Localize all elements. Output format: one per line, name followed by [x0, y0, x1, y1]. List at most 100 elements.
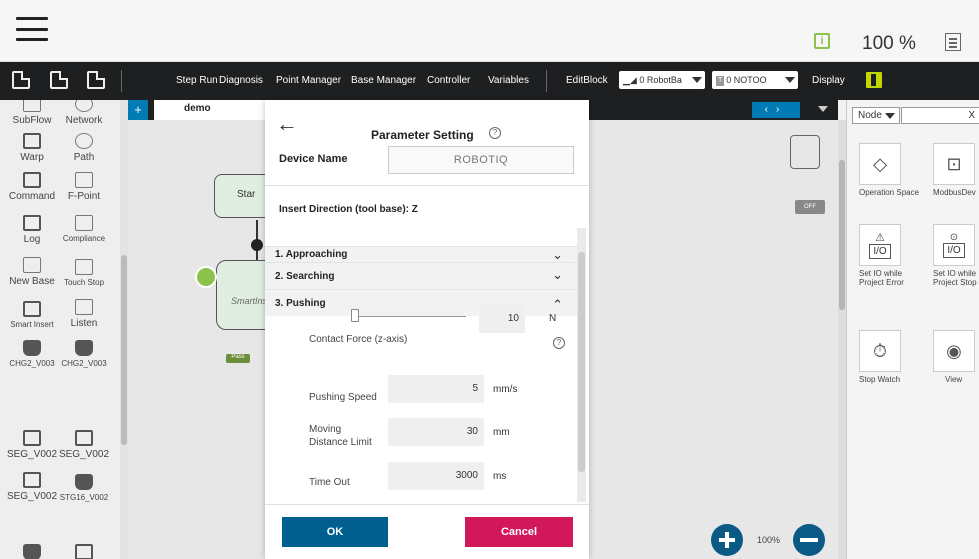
info-icon[interactable]: i [814, 33, 830, 49]
node-filter-select[interactable]: Node [852, 107, 900, 124]
contact-force-slider-track[interactable] [351, 316, 466, 317]
edit-badge-icon[interactable] [195, 266, 217, 288]
palette-item-chg2-v003[interactable]: CHG2_V003 [4, 340, 60, 368]
section-searching[interactable]: 2. Searching ⌄ [265, 262, 577, 289]
tab-nav-arrows[interactable]: ‹› [752, 102, 800, 118]
new-project-icon[interactable] [12, 71, 30, 89]
variables-button[interactable]: Variables [488, 62, 529, 100]
palette-item-smart-insert[interactable]: Smart Insert [4, 301, 60, 329]
node-item-operation-space[interactable]: ◇ Operation Space [859, 143, 923, 197]
palette-item-chg2-v003[interactable]: CHG2_V003 [56, 340, 112, 368]
node-item-modbusdev[interactable]: ⊡ ModbusDev [933, 143, 979, 197]
help-icon[interactable]: ? [553, 337, 565, 349]
palette-item-touch-stop[interactable]: Touch Stop [56, 259, 112, 287]
palette-item-stg16-v002[interactable]: STG16_V002 [56, 474, 112, 502]
time-out-label: Time Out [309, 477, 350, 488]
chevron-up-icon: ⌃ [552, 297, 563, 312]
moving-distance-input[interactable]: 30 [388, 418, 484, 446]
palette-item-more[interactable] [56, 544, 112, 559]
log-icon [23, 215, 41, 231]
palette-item-seg-v002[interactable]: SEG_V002 [56, 430, 112, 460]
canvas-layout-icon[interactable] [790, 135, 820, 169]
flow-junction [251, 239, 263, 251]
subflow-icon [23, 100, 41, 112]
gripper-icon [23, 544, 41, 559]
chevron-down-icon [785, 77, 795, 83]
controller-button[interactable]: Controller [427, 62, 470, 100]
dialog-scroll-thumb[interactable] [578, 252, 585, 472]
zoom-out-button[interactable] [793, 524, 825, 556]
pushing-speed-unit: mm/s [493, 384, 518, 395]
point-manager-button[interactable]: Point Manager [276, 62, 341, 100]
document-icon[interactable] [945, 33, 961, 51]
warp-icon [23, 133, 41, 149]
ok-button[interactable]: OK [282, 517, 388, 547]
palette-item-path[interactable]: Path [56, 133, 112, 163]
node-search-input[interactable]: X [901, 107, 979, 124]
robot-base-select[interactable]: ▁◢ 0 RobotBa [619, 71, 705, 89]
toolbar: Step Run Diagnosis Point Manager Base Ma… [0, 62, 979, 100]
palette-scrollbar[interactable] [120, 100, 128, 559]
hamburger-menu-icon[interactable] [16, 17, 48, 41]
add-tab-button[interactable]: + [128, 100, 148, 120]
toggle-off[interactable]: OFF [795, 200, 825, 214]
parameter-setting-dialog: ← Parameter Setting ? Device Name ROBOTI… [265, 100, 589, 559]
pushing-speed-input[interactable]: 5 [388, 375, 484, 403]
palette-item-log[interactable]: Log [4, 215, 60, 245]
palette-item-command[interactable]: Command [4, 172, 60, 202]
editblock-button[interactable]: EditBlock [566, 62, 608, 100]
display-button[interactable]: Display [812, 62, 845, 100]
chevron-down-icon: ⌄ [552, 247, 563, 262]
palette-item-new-base[interactable]: New Base [4, 257, 60, 287]
device-name-label: Device Name [279, 153, 348, 165]
palette-item-network[interactable]: Network [56, 100, 112, 126]
back-arrow-icon[interactable]: ← [276, 113, 298, 135]
palette-item-compliance[interactable]: Compliance [56, 215, 112, 243]
section-approaching[interactable]: 1. Approaching ⌄ [265, 246, 577, 262]
dialog-scrollbar[interactable] [577, 228, 586, 502]
command-icon [23, 172, 41, 188]
canvas-scrollbar[interactable] [838, 120, 846, 559]
palette-item-seg-v002[interactable]: SEG_V002 [4, 472, 60, 502]
io-warning-icon: I/O [869, 244, 891, 259]
open-project-icon[interactable] [50, 71, 68, 89]
diagnosis-button[interactable]: Diagnosis [219, 62, 263, 100]
tab-demo[interactable]: demo [154, 100, 274, 120]
canvas-zoom-level: 100% [757, 535, 781, 545]
cancel-button[interactable]: Cancel [465, 517, 573, 547]
chevron-down-icon[interactable] [818, 106, 828, 112]
palette-item-more[interactable] [4, 544, 60, 559]
node-item-set-io-stop[interactable]: ⊙ I/O Set IO while Project Stop [933, 224, 979, 287]
base-manager-button[interactable]: Base Manager [351, 62, 416, 100]
contact-force-input[interactable]: 10 [479, 305, 525, 333]
modbus-icon: ⊡ [946, 153, 962, 174]
divider [265, 504, 589, 505]
node-item-stop-watch[interactable]: ⏱ Stop Watch [859, 330, 923, 384]
close-icon[interactable]: X [968, 110, 975, 121]
time-out-input[interactable]: 3000 [388, 462, 484, 490]
cube-icon: ◇ [873, 153, 887, 174]
node-item-set-io-error[interactable]: ⚠ I/O Set IO while Project Error [859, 224, 923, 287]
palette-item-seg-v002[interactable]: SEG_V002 [4, 430, 60, 460]
zoom-in-button[interactable] [711, 524, 743, 556]
palette-scroll-thumb[interactable] [121, 255, 127, 445]
toolbar-divider [121, 70, 122, 92]
palette-item-f-point[interactable]: F-Point [56, 172, 112, 202]
contact-force-slider-thumb[interactable] [351, 309, 359, 322]
gripper-icon [23, 472, 41, 488]
gripper-icon [75, 544, 93, 559]
palette-item-listen[interactable]: Listen [56, 299, 112, 329]
step-run-button[interactable]: Step Run [176, 62, 218, 100]
palette-item-warp[interactable]: Warp [4, 133, 60, 163]
node-item-view[interactable]: ◉ View [933, 330, 979, 384]
display-panel-icon[interactable] [866, 72, 882, 88]
gripper-icon [23, 430, 41, 446]
save-project-icon[interactable] [87, 71, 105, 89]
section-pushing[interactable]: 3. Pushing ⌃ [265, 289, 577, 316]
tool-select[interactable]: T0 NOTOO [712, 71, 798, 89]
canvas-scroll-thumb[interactable] [839, 160, 845, 310]
help-icon[interactable]: ? [489, 127, 501, 139]
chevron-down-icon [885, 113, 895, 119]
moving-distance-unit: mm [493, 427, 510, 438]
palette-item-subflow[interactable]: SubFlow [4, 100, 60, 126]
